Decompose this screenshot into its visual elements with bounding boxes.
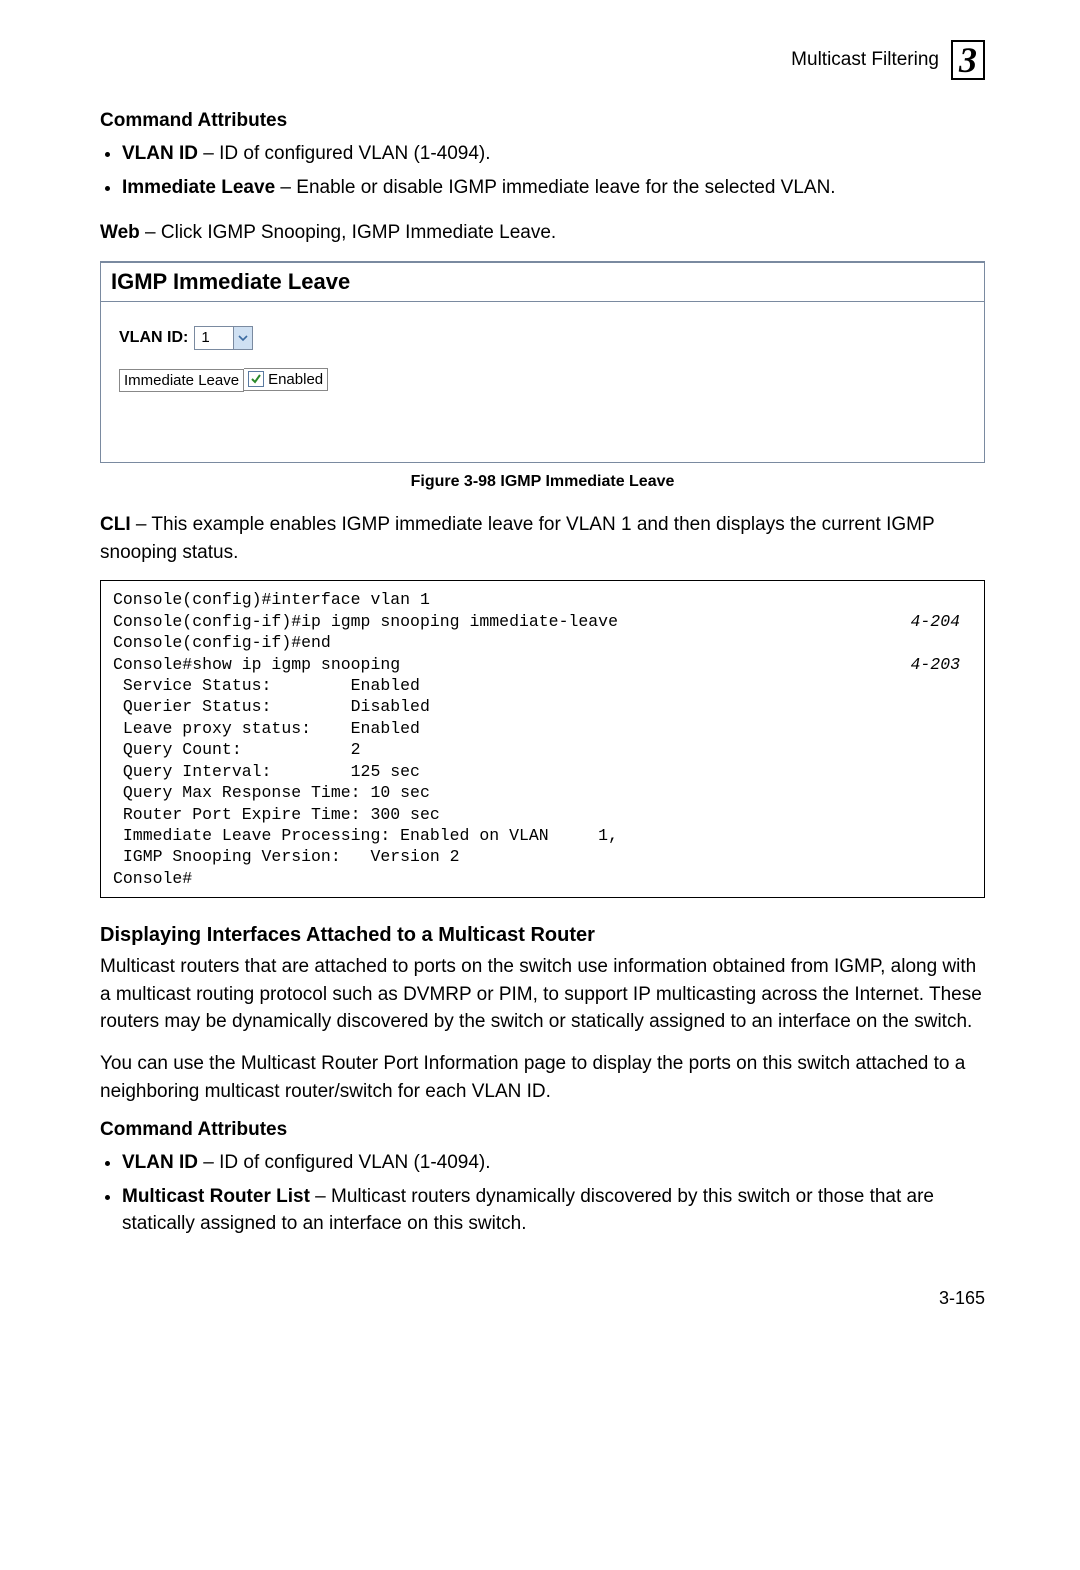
list-item: VLAN ID – ID of configured VLAN (1-4094)… — [122, 1149, 985, 1177]
web-instruction: Web – Click IGMP Snooping, IGMP Immediat… — [100, 219, 985, 247]
immediate-leave-row: Immediate Leave Enabled — [119, 368, 966, 393]
panel-title: IGMP Immediate Leave — [111, 269, 350, 294]
vlan-id-row: VLAN ID: 1 — [119, 326, 966, 350]
page-number: 3-165 — [100, 1288, 985, 1309]
chevron-down-icon — [233, 327, 252, 349]
chapter-number: 3 — [951, 40, 985, 80]
lead: CLI — [100, 514, 131, 535]
list-item: Immediate Leave – Enable or disable IGMP… — [122, 174, 985, 202]
list-item: Multicast Router List – Multicast router… — [122, 1183, 985, 1238]
page: Multicast Filtering 3 Command Attributes… — [0, 0, 1080, 1349]
text: – Click IGMP Snooping, IGMP Immediate Le… — [140, 222, 556, 243]
attr-list-2: VLAN ID – ID of configured VLAN (1-4094)… — [100, 1149, 985, 1238]
attr-list-1: VLAN ID – ID of configured VLAN (1-4094)… — [100, 140, 985, 201]
igmp-immediate-leave-panel: IGMP Immediate Leave VLAN ID: 1 Immediat… — [100, 261, 985, 464]
term: VLAN ID — [122, 1152, 198, 1173]
figure-caption: Figure 3-98 IGMP Immediate Leave — [100, 473, 985, 491]
vlan-id-value: 1 — [195, 329, 233, 346]
term: Immediate Leave — [122, 177, 275, 198]
panel-title-row: IGMP Immediate Leave — [101, 263, 984, 302]
section2-p2: You can use the Multicast Router Port In… — [100, 1050, 985, 1105]
section-heading-interfaces: Displaying Interfaces Attached to a Mult… — [100, 924, 985, 947]
vlan-id-select[interactable]: 1 — [194, 326, 253, 350]
panel-body: VLAN ID: 1 Immediate Leave Enabled — [101, 302, 984, 463]
page-header: Multicast Filtering 3 — [100, 40, 985, 80]
enabled-checkbox[interactable] — [248, 371, 264, 387]
header-title: Multicast Filtering — [791, 49, 939, 71]
list-item: VLAN ID – ID of configured VLAN (1-4094)… — [122, 140, 985, 168]
lead: Web — [100, 222, 140, 243]
cli-instruction: CLI – This example enables IGMP immediat… — [100, 511, 985, 566]
section2-p1: Multicast routers that are attached to p… — [100, 953, 985, 1036]
immediate-leave-label: Immediate Leave — [119, 369, 244, 392]
vlan-id-label: VLAN ID: — [119, 329, 188, 347]
term: Multicast Router List — [122, 1186, 310, 1207]
command-attributes-heading-2: Command Attributes — [100, 1119, 985, 1141]
term: VLAN ID — [122, 143, 198, 164]
command-attributes-heading-1: Command Attributes — [100, 110, 985, 132]
enabled-label: Enabled — [268, 371, 323, 388]
desc: – ID of configured VLAN (1-4094). — [198, 143, 491, 164]
cli-output: Console(config)#interface vlan 1 Console… — [100, 580, 985, 898]
immediate-leave-cell: Enabled — [244, 368, 328, 391]
text: – This example enables IGMP immediate le… — [100, 514, 934, 563]
desc: – Enable or disable IGMP immediate leave… — [275, 177, 835, 198]
desc: – ID of configured VLAN (1-4094). — [198, 1152, 491, 1173]
